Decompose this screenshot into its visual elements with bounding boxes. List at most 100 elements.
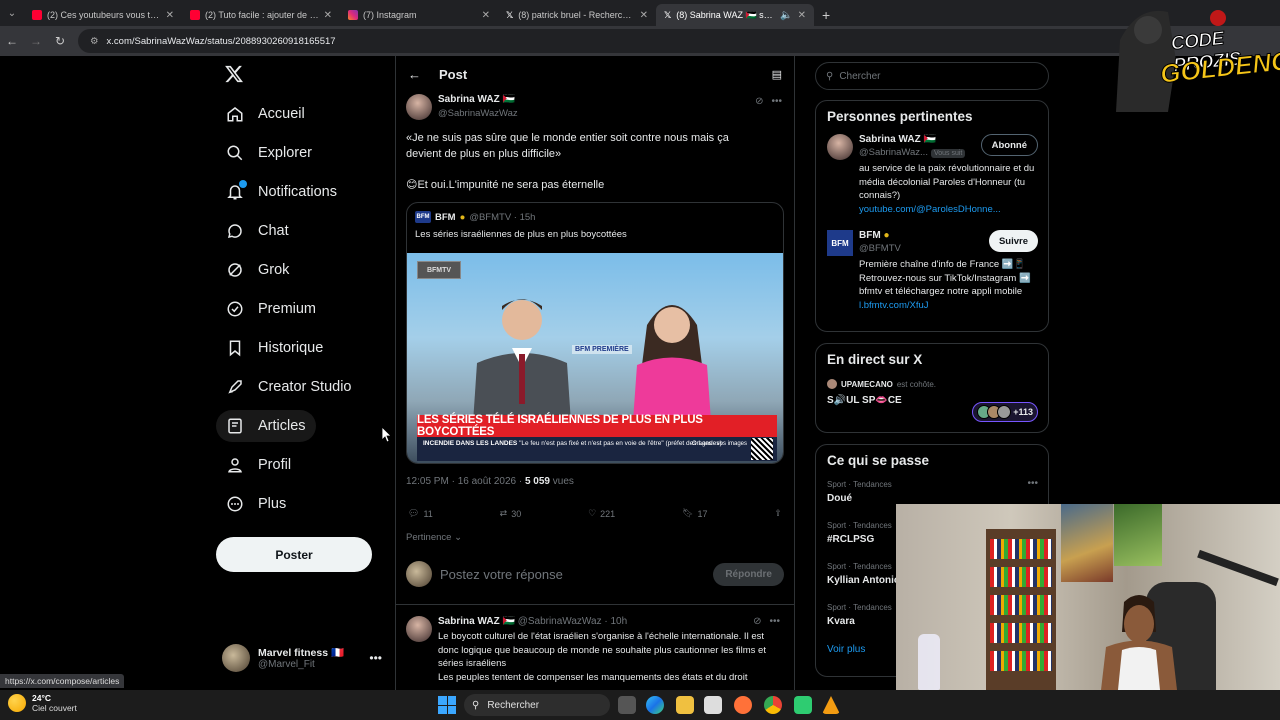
tab-search-chevron-icon[interactable]: ⌄: [0, 0, 24, 26]
tab-close-icon[interactable]: ✕: [166, 10, 174, 21]
x-logo-icon[interactable]: [224, 64, 244, 84]
grok-icon[interactable]: ⊘: [755, 96, 763, 107]
tweet-meta: 12:05 PM · 16 août 2026 · 5 059 vues: [406, 476, 574, 487]
reply-author-name[interactable]: Sabrina WAZ 🇵🇸: [438, 616, 515, 627]
browser-tab[interactable]: (7) Instagram ✕: [340, 4, 498, 26]
channel-badge: BFMTV: [417, 261, 461, 279]
avatar[interactable]: [406, 616, 432, 642]
share-button[interactable]: ⇪: [774, 508, 782, 519]
divider: [396, 604, 794, 605]
edge-icon[interactable]: [646, 696, 664, 714]
new-tab-button[interactable]: +: [814, 7, 838, 23]
tab-close-icon[interactable]: ✕: [640, 10, 648, 21]
back-arrow-icon[interactable]: ←: [408, 67, 421, 82]
search-icon: [226, 144, 244, 162]
more-icon[interactable]: •••: [771, 96, 782, 107]
like-button[interactable]: ♡ 221: [588, 508, 615, 519]
reply-submit-button[interactable]: Répondre: [713, 562, 784, 586]
back-icon[interactable]: ←: [0, 34, 24, 48]
nav-item-articles[interactable]: Articles: [216, 410, 316, 442]
quote-text: Les séries israéliennes de plus en plus …: [415, 229, 627, 240]
nav-item-premium[interactable]: Premium: [216, 293, 326, 325]
chrome-icon[interactable]: [764, 696, 782, 714]
bfm-avatar[interactable]: BFM: [827, 230, 853, 256]
tab-title: (2) Tuto facile : ajouter de la RA: [205, 10, 319, 20]
nav-item-notifications[interactable]: Notifications: [216, 176, 347, 208]
firefox-icon[interactable]: [734, 696, 752, 714]
tab-close-icon[interactable]: ✕: [482, 10, 490, 21]
task-view-icon[interactable]: [618, 696, 636, 714]
live-on-x-card[interactable]: En direct sur X UPAMECANO est cohôte. S🔊U…: [815, 343, 1049, 433]
account-name: Marvel fitness 🇫🇷: [258, 647, 345, 659]
nav-item-profile[interactable]: Profil: [216, 449, 301, 481]
main-column: ← Post ▤ Sabrina WAZ 🇵🇸 @SabrinaWazWaz ⊘…: [395, 56, 795, 690]
site-info-icon[interactable]: ⚙: [90, 36, 99, 47]
bio-link[interactable]: youtube.com/@ParolesDHonne...: [859, 204, 1001, 215]
tweet-text-line2: 😊Et oui.L'impunité ne sera pas éternelle: [406, 179, 605, 191]
url-input[interactable]: ⚙ x.com/SabrinaWazWaz/status/20889302609…: [78, 29, 1158, 53]
tweet-time[interactable]: 12:05 PM · 16 août 2026 ·: [406, 476, 525, 487]
avatar[interactable]: [406, 94, 432, 120]
file-explorer-icon[interactable]: [676, 696, 694, 714]
nav-item-home[interactable]: Accueil: [216, 98, 315, 130]
nav-item-bookmarks[interactable]: Historique: [216, 332, 333, 364]
nav-label: Articles: [258, 418, 306, 434]
tweet-author-name[interactable]: Sabrina WAZ 🇵🇸: [438, 94, 515, 105]
quote-media-image[interactable]: BFMTV BFM PREMIÈRE LES SÉRIES TÉLÉ ISRAÉ…: [407, 253, 783, 463]
nav-label: Premium: [258, 301, 317, 317]
windows-start-icon[interactable]: [438, 696, 456, 714]
tab-close-icon[interactable]: ✕: [324, 10, 332, 21]
reply-button[interactable]: 💬︎ 11: [408, 508, 433, 519]
browser-tab[interactable]: (2) Ces youtubeurs vous trahiss ✕: [24, 4, 182, 26]
reload-icon[interactable]: ↻: [48, 34, 72, 48]
more-icon[interactable]: •••: [1027, 478, 1038, 489]
nav-item-explore[interactable]: Explorer: [216, 137, 322, 169]
tab-close-icon[interactable]: ✕: [798, 10, 806, 21]
nav-item-creator-studio[interactable]: Creator Studio: [216, 371, 362, 403]
forward-icon[interactable]: →: [24, 34, 48, 48]
speaker-icon[interactable]: 🔈: [780, 10, 792, 21]
more-circle-icon: [226, 495, 244, 513]
repost-button[interactable]: ⇄ 30: [500, 508, 522, 519]
nav-item-more[interactable]: Plus: [216, 488, 296, 520]
person-item[interactable]: Sabrina WAZ 🇵🇸 @SabrinaWaz... Vous suit A…: [816, 132, 1048, 228]
person-item[interactable]: BFM BFM ● @BFMTV Suivre Première chaîne …: [816, 228, 1048, 328]
post-button[interactable]: Poster: [216, 537, 372, 572]
follow-button[interactable]: Suivre: [988, 230, 1038, 252]
browser-tab[interactable]: (2) Tuto facile : ajouter de la RA ✕: [182, 4, 340, 26]
instagram-favicon-icon: [348, 10, 358, 20]
nav-item-chat[interactable]: Chat: [216, 215, 299, 247]
bio-link[interactable]: l.bfmtv.com/XfuJ: [859, 300, 929, 311]
browser-tab-bar: ⌄ (2) Ces youtubeurs vous trahiss ✕ (2) T…: [0, 0, 1280, 26]
person-name[interactable]: Sabrina WAZ 🇵🇸: [859, 134, 936, 145]
sort-replies-dropdown[interactable]: Pertinence ⌄: [406, 532, 462, 543]
tweet-author-handle[interactable]: @SabrinaWazWaz: [438, 108, 518, 119]
taskbar-search[interactable]: ⚲ Rechercher: [464, 694, 610, 716]
sponsor-logo-overlay: CODE PROZIS GOLDENG: [1108, 0, 1280, 112]
reply-count: 11: [423, 508, 433, 519]
following-button[interactable]: Abonné: [980, 134, 1038, 156]
reader-mode-icon[interactable]: ▤: [772, 68, 782, 81]
reply-author-meta: @SabrinaWazWaz · 10h: [517, 616, 628, 627]
person-name[interactable]: BFM: [859, 230, 881, 241]
nav-item-grok[interactable]: Grok: [216, 254, 299, 286]
bookmark-button[interactable]: 🔖︎ 17: [682, 508, 707, 519]
card-title: Personnes pertinentes: [827, 109, 973, 124]
listeners-badge[interactable]: +113: [972, 402, 1038, 422]
vlc-icon[interactable]: [822, 696, 840, 714]
avatar[interactable]: [827, 134, 853, 160]
account-switcher[interactable]: Marvel fitness 🇫🇷 @Marvel_Fit •••: [222, 642, 382, 674]
more-icon[interactable]: •••: [769, 616, 780, 627]
app-icon[interactable]: [794, 696, 812, 714]
browser-tab-active[interactable]: 𝕏 (8) Sabrina WAZ 🇵🇸 sur X : " 🔈 ✕: [656, 4, 814, 26]
grok-icon[interactable]: ⊘: [753, 616, 761, 627]
store-icon[interactable]: [704, 696, 722, 714]
browser-tab[interactable]: 𝕏 (8) patrick bruel - Recherche / X ✕: [498, 4, 656, 26]
quoted-tweet[interactable]: BFM BFM ● @BFMTV · 15h Les séries israél…: [406, 202, 784, 464]
reply-input[interactable]: Postez votre réponse: [440, 567, 563, 582]
search-input[interactable]: ⚲ Chercher: [815, 62, 1049, 90]
tab-title: (8) Sabrina WAZ 🇵🇸 sur X : ": [676, 9, 775, 20]
weather-widget[interactable]: 24°C Ciel couvert: [8, 693, 77, 713]
sun-cloud-icon: [8, 694, 26, 712]
more-icon[interactable]: •••: [369, 651, 382, 665]
